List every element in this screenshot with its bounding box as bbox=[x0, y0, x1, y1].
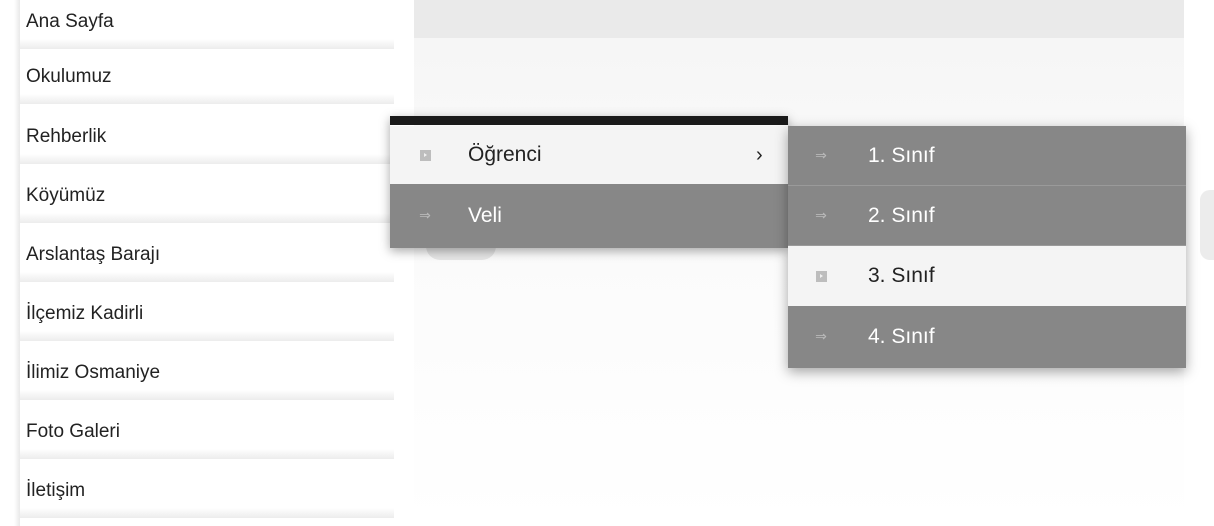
sidebar-item-label: Arslantaş Barajı bbox=[26, 243, 161, 265]
content-header-bar bbox=[414, 0, 1184, 38]
submenu-item-3-sinif[interactable]: 3. Sınıf bbox=[788, 246, 1186, 306]
sidebar-nav: Ana Sayfa Okulumuz Rehberlik Köyümüz Ars… bbox=[14, 0, 394, 526]
dropdown-menu: Öğrenci › ⇒ Veli bbox=[390, 116, 788, 248]
submenu-item-2-sinif[interactable]: ⇒ 2. Sınıf bbox=[788, 186, 1186, 246]
square-arrow-icon bbox=[418, 148, 432, 162]
sidebar-item-label: İlimiz Osmaniye bbox=[26, 361, 161, 383]
submenu-item-label: 1. Sınıf bbox=[868, 143, 935, 167]
dropdown-item-label: Veli bbox=[468, 204, 502, 227]
sidebar-item-ilimiz-osmaniye[interactable]: İlimiz Osmaniye bbox=[20, 345, 394, 400]
arrow-right-icon: ⇒ bbox=[815, 147, 827, 164]
sidebar-item-okulumuz[interactable]: Okulumuz bbox=[20, 49, 394, 104]
sidebar-item-koyumuz[interactable]: Köyümüz bbox=[20, 168, 394, 223]
sidebar-item-label: Köyümüz bbox=[26, 184, 106, 206]
dropdown-item-ogrenci[interactable]: Öğrenci › bbox=[390, 126, 788, 184]
dropdown-item-veli[interactable]: ⇒ Veli bbox=[390, 184, 788, 248]
sidebar-item-ilcemiz-kadirli[interactable]: İlçemiz Kadirli bbox=[20, 286, 394, 341]
arrow-right-icon: ⇒ bbox=[815, 207, 827, 224]
submenu-item-1-sinif[interactable]: ⇒ 1. Sınıf bbox=[788, 126, 1186, 186]
sidebar-item-rehberlik[interactable]: Rehberlik bbox=[20, 109, 394, 164]
sidebar-item-label: İlçemiz Kadirli bbox=[26, 302, 144, 324]
sidebar-item-label: Foto Galeri bbox=[26, 420, 120, 442]
submenu-item-label: 3. Sınıf bbox=[868, 264, 935, 287]
sidebar-item-label: Ana Sayfa bbox=[26, 10, 114, 32]
sidebar-item-ana-sayfa[interactable]: Ana Sayfa bbox=[20, 0, 394, 49]
submenu-item-label: 4. Sınıf bbox=[868, 325, 935, 348]
submenu-item-label: 2. Sınıf bbox=[868, 203, 935, 227]
sidebar-item-foto-galeri[interactable]: Foto Galeri bbox=[20, 404, 394, 459]
arrow-right-icon: ⇒ bbox=[419, 208, 431, 224]
arrow-right-icon: ⇒ bbox=[815, 329, 827, 345]
sidebar-item-arslantas-baraji[interactable]: Arslantaş Barajı bbox=[20, 227, 394, 282]
submenu-item-4-sinif[interactable]: ⇒ 4. Sınıf bbox=[788, 306, 1186, 368]
side-scroll-handle[interactable] bbox=[1200, 190, 1214, 260]
sidebar-item-iletisim[interactable]: İletişim bbox=[20, 463, 394, 518]
sidebar-item-label: İletişim bbox=[26, 479, 86, 501]
dropdown-top-border bbox=[390, 116, 788, 125]
sidebar-item-label: Rehberlik bbox=[26, 125, 107, 147]
square-arrow-icon bbox=[814, 269, 828, 283]
submenu: ⇒ 1. Sınıf ⇒ 2. Sınıf 3. Sınıf ⇒ 4. Sını… bbox=[788, 126, 1186, 368]
dropdown-item-label: Öğrenci bbox=[468, 143, 542, 166]
sidebar-item-label: Okulumuz bbox=[26, 65, 112, 87]
chevron-right-icon: › bbox=[756, 143, 763, 166]
